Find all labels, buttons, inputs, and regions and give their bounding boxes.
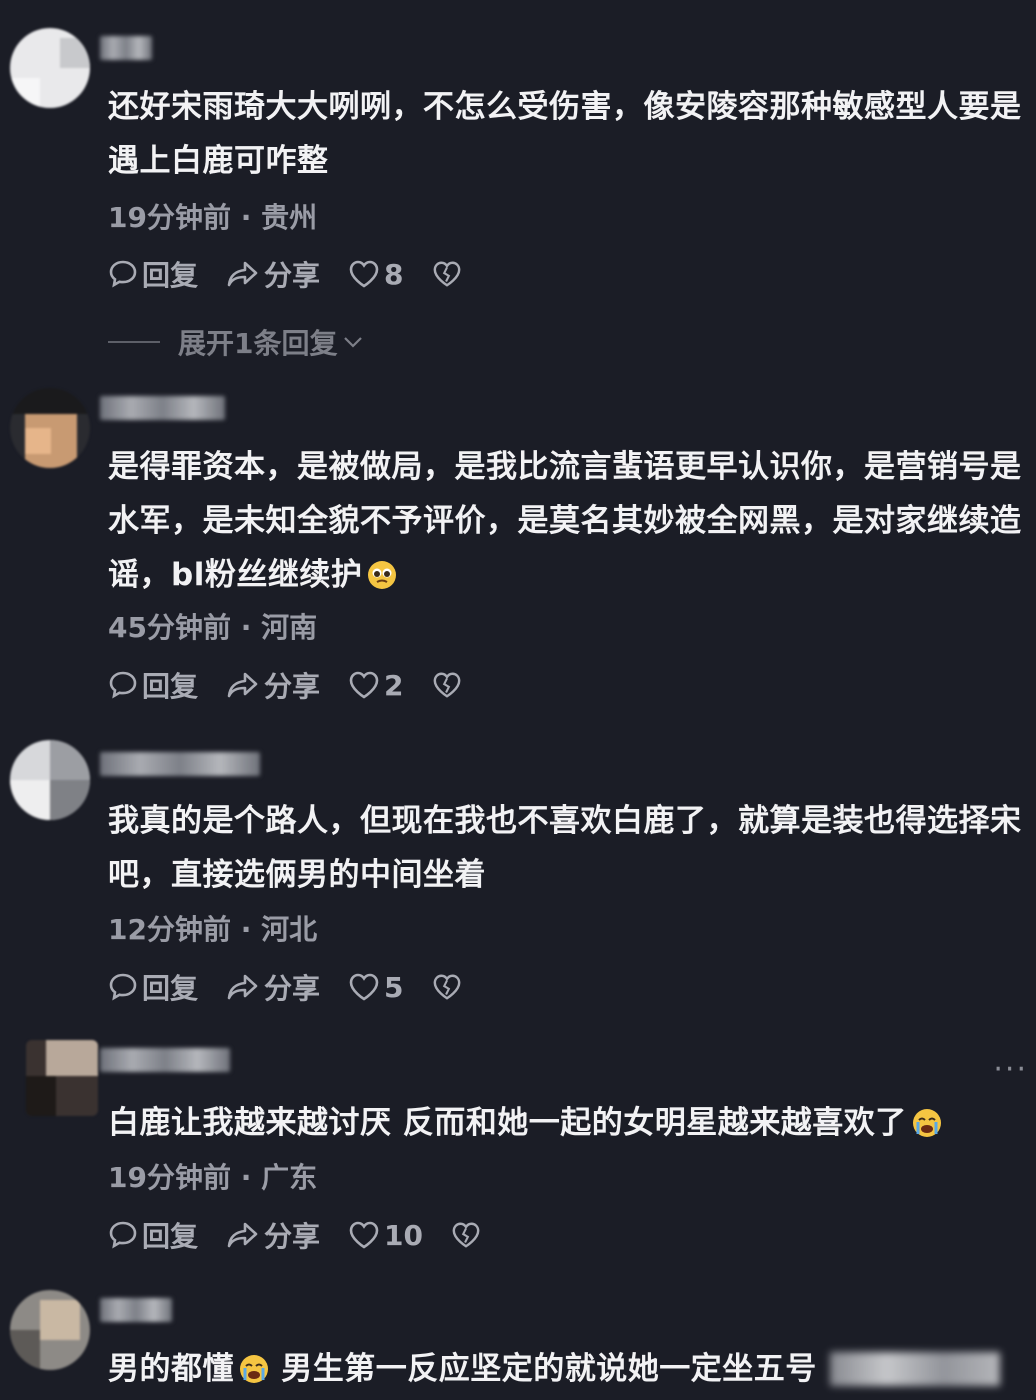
comment-actions: 回复 分享 2 (108, 667, 494, 703)
expand-replies-label: 展开1条回复 (178, 327, 338, 360)
loudly-crying-face-emoji (912, 1109, 941, 1137)
share-button[interactable]: 分享 (226, 665, 320, 705)
like-count: 10 (384, 1218, 423, 1252)
like-button[interactable]: 8 (348, 257, 404, 291)
comment-text: 男的都懂 男生第一反应坚定的就说她一定坐五号 (108, 1351, 817, 1387)
like-count: 5 (384, 970, 404, 1004)
dislike-button[interactable] (432, 259, 466, 289)
avatar[interactable] (10, 1290, 90, 1370)
share-arrow-icon (227, 1222, 258, 1248)
heart-icon (349, 973, 379, 1001)
comment-bubble-icon (109, 260, 137, 288)
reply-button[interactable]: 回复 (108, 967, 198, 1007)
avatar[interactable] (10, 28, 90, 108)
share-label: 分享 (264, 1220, 321, 1253)
reply-button[interactable]: 回复 (108, 254, 198, 294)
meta-separator: · (240, 611, 252, 644)
reply-button[interactable]: 回复 (108, 665, 198, 705)
comment-time: 12分钟前 (108, 913, 231, 946)
loudly-crying-face-emoji (240, 1355, 268, 1383)
divider-line (108, 341, 160, 343)
username[interactable] (100, 1298, 172, 1322)
username[interactable] (100, 1048, 230, 1072)
reply-label: 回复 (142, 259, 199, 292)
blurred-overlay (830, 1352, 1000, 1386)
meta-separator: · (240, 1161, 252, 1194)
share-label: 分享 (264, 259, 321, 292)
comment-bubble-icon (109, 671, 137, 699)
comment-text: 我真的是个路人，但现在我也不喜欢白鹿了，就算是装也得选择宋吧，直接选俩男的中间坐… (108, 803, 1022, 893)
dislike-button[interactable] (432, 972, 466, 1002)
comment-time: 19分钟前 (108, 1161, 231, 1194)
more-options-icon[interactable]: ··· (993, 1052, 1028, 1087)
broken-heart-icon (433, 672, 460, 698)
avatar[interactable] (10, 388, 90, 468)
comment-location: 河北 (261, 913, 318, 946)
share-arrow-icon (227, 261, 258, 287)
dislike-button[interactable] (451, 1220, 485, 1250)
dislike-button[interactable] (432, 670, 466, 700)
share-button[interactable]: 分享 (226, 254, 320, 294)
comment-actions: 回复 分享 10 (108, 1217, 513, 1253)
like-button[interactable]: 2 (348, 668, 404, 702)
pleading-face-emoji (368, 561, 397, 589)
broken-heart-icon (452, 1222, 480, 1248)
comment-location: 贵州 (261, 201, 318, 234)
username[interactable] (100, 396, 225, 420)
username[interactable] (100, 36, 152, 60)
broken-heart-icon (433, 261, 460, 287)
like-count: 2 (384, 668, 404, 702)
share-label: 分享 (264, 972, 321, 1005)
comment-meta: 19分钟前 · 贵州 (108, 196, 317, 236)
chevron-down-icon (344, 337, 363, 348)
comment-time: 45分钟前 (108, 611, 231, 644)
comment-bubble-icon (109, 1221, 137, 1249)
meta-separator: · (240, 913, 252, 946)
share-label: 分享 (264, 670, 321, 703)
heart-icon (349, 671, 379, 699)
comment-location: 广东 (261, 1161, 318, 1194)
share-button[interactable]: 分享 (226, 1215, 320, 1255)
comment-actions: 回复 分享 5 (108, 969, 494, 1005)
like-button[interactable]: 10 (348, 1219, 423, 1252)
avatar[interactable] (10, 740, 90, 820)
comment-bubble-icon (109, 973, 137, 1001)
share-arrow-icon (227, 672, 258, 698)
comment-meta: 45分钟前 · 河南 (108, 606, 317, 646)
broken-heart-icon (433, 974, 460, 1000)
meta-separator: · (240, 201, 252, 234)
expand-replies-button[interactable]: 展开1条回复 (108, 322, 365, 362)
share-arrow-icon (227, 974, 258, 1000)
heart-icon (349, 260, 379, 288)
comment-meta: 12分钟前 · 河北 (108, 908, 317, 948)
reply-button[interactable]: 回复 (108, 1215, 198, 1255)
share-button[interactable]: 分享 (226, 967, 320, 1007)
username[interactable] (100, 752, 260, 776)
reply-label: 回复 (142, 670, 199, 703)
comment-text: 还好宋雨琦大大咧咧，不怎么受伤害，像安陵容那种敏感型人要是遇上白鹿可咋整 (108, 89, 1022, 179)
like-count: 8 (384, 257, 404, 291)
comment-meta: 19分钟前 · 广东 (108, 1156, 317, 1196)
comment-text: 白鹿让我越来越讨厌 反而和她一起的女明星越来越喜欢了 (108, 1096, 1023, 1150)
comment-time: 19分钟前 (108, 201, 231, 234)
comment-actions: 回复 分享 8 (108, 256, 494, 292)
comment-text: 是得罪资本，是被做局，是我比流言蜚语更早认识你，是营销号是水军，是未知全貌不予评… (108, 449, 1022, 593)
like-button[interactable]: 5 (348, 970, 404, 1004)
reply-label: 回复 (142, 1220, 199, 1253)
reply-label: 回复 (142, 972, 199, 1005)
avatar[interactable] (26, 1040, 98, 1116)
comment-location: 河南 (261, 611, 318, 644)
heart-icon (349, 1221, 379, 1249)
